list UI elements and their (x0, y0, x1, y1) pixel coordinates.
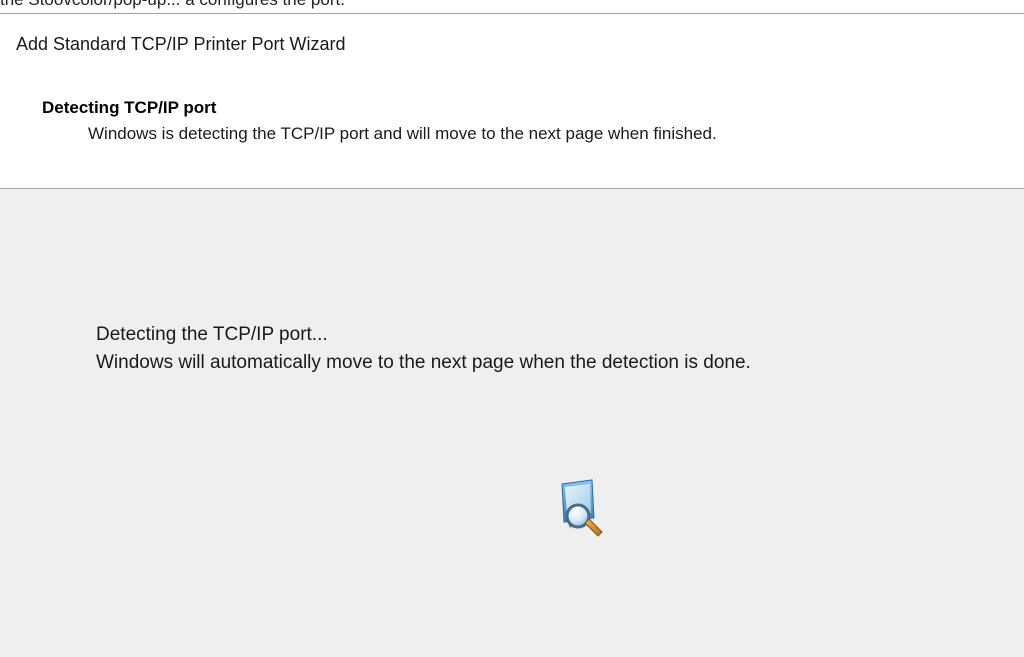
page-heading: Detecting TCP/IP port (42, 98, 217, 117)
wizard-body (0, 189, 1024, 657)
top-divider (0, 13, 1024, 14)
status-message: Detecting the TCP/IP port... (96, 324, 328, 345)
page-subheading: Windows is detecting the TCP/IP port and… (88, 124, 717, 143)
wizard-window: the Stoovcolor/pop-up... a configures th… (0, 0, 1024, 657)
wizard-title: Add Standard TCP/IP Printer Port Wizard (16, 34, 346, 54)
status-detail: Windows will automatically move to the n… (96, 352, 751, 373)
search-computer-icon (552, 478, 618, 544)
cropped-text-fragment: the Stoovcolor/pop-up... a configures th… (0, 0, 345, 9)
